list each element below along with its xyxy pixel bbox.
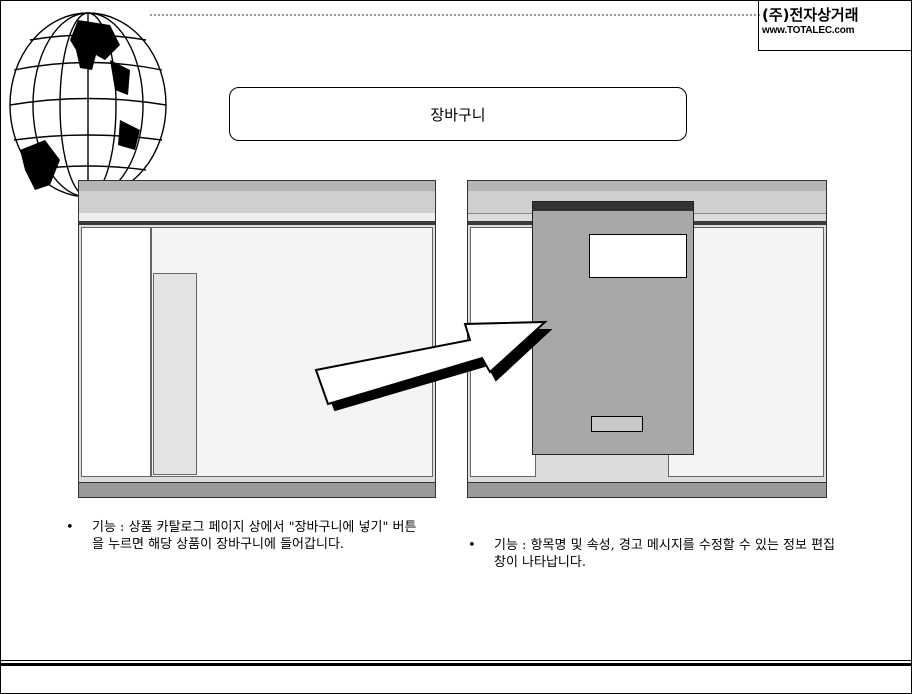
right-description: • 기능 : 항목명 및 속성, 경고 메시지를 수정할 수 있는 정보 편집 …: [468, 537, 846, 571]
left-description: • 기능 : 상품 카탈로그 페이지 상에서 "장바구니에 넣기" 버튼을 누르…: [66, 519, 422, 553]
edit-dialog-titlebar: [533, 202, 693, 211]
bullet-dot: •: [66, 520, 74, 535]
left-screenshot-sidebar: [81, 227, 151, 477]
left-screenshot-menubar: [79, 181, 435, 191]
edit-dialog-table: [589, 234, 687, 278]
edit-dialog-ok-button[interactable]: [591, 416, 643, 432]
right-screenshot-menubar: [468, 181, 826, 191]
right-description-text: 기능 : 항목명 및 속성, 경고 메시지를 수정할 수 있는 정보 편집 창이…: [494, 538, 836, 570]
left-screenshot-dark-strip: [79, 221, 435, 225]
globe-icon: [9, 12, 167, 198]
arrow-right-icon: [314, 320, 553, 412]
slide-title-box: 장바구니: [229, 87, 687, 141]
left-screenshot-side-menu: [153, 273, 197, 475]
slide-title: 장바구니: [430, 105, 486, 124]
right-screenshot-taskbar: [468, 482, 826, 497]
left-screenshot-toolbar: [79, 191, 435, 214]
left-screenshot-taskbar: [79, 482, 435, 497]
brand-block: (주)전자상거래 www.TOTALEC.com: [758, 0, 912, 51]
bullet-dot: •: [468, 538, 476, 553]
footer-rule-top: [0, 660, 912, 661]
header-dotted-rule: [150, 14, 760, 16]
brand-box-border: [758, 0, 912, 51]
footer-rule-thick: [0, 663, 912, 666]
left-description-text: 기능 : 상품 카탈로그 페이지 상에서 "장바구니에 넣기" 버튼을 누르면 …: [92, 520, 417, 552]
